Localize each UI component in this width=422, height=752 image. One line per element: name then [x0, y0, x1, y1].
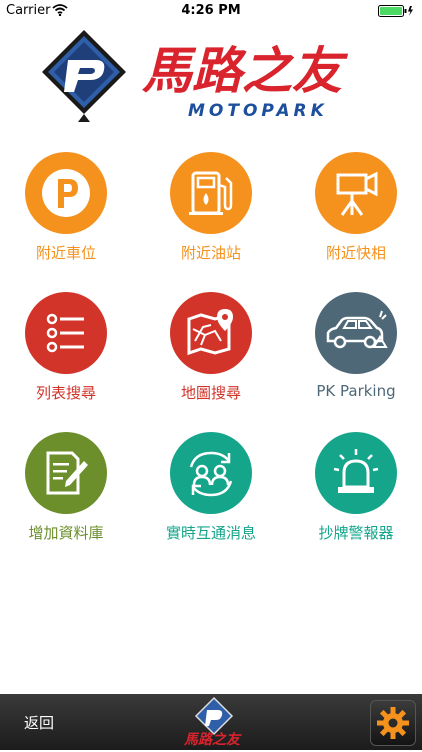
list-icon [46, 313, 84, 353]
menu-item-label: PK Parking [316, 382, 396, 400]
menu-icon-circle [315, 432, 397, 514]
parking-icon [42, 169, 90, 217]
menu-icon-circle [315, 292, 397, 374]
menu-item-nearby-speed-camera[interactable]: 附近快相 [286, 152, 422, 263]
users-exchange-icon [189, 451, 233, 497]
menu-item-nearby-gas-station[interactable]: 附近油站 [141, 152, 281, 263]
status-bar: Carrier 4:26 PM [0, 0, 422, 22]
map-icon [187, 309, 233, 356]
menu-item-label: 抄牌警報器 [318, 524, 394, 542]
menu-item-add-database[interactable]: 增加資料庫 [0, 432, 136, 543]
gear-icon [377, 707, 409, 739]
edit-document-icon [46, 451, 88, 495]
menu-item-nearby-parking[interactable]: 附近車位 [0, 152, 136, 263]
menu-icon-circle [315, 152, 397, 234]
logo-chinese-text: 馬路之友 [142, 42, 349, 100]
menu-item-list-search[interactable]: 列表搜尋 [0, 292, 136, 403]
menu-item-label: 附近油站 [180, 244, 241, 262]
bottom-logo-text: 馬路之友 [183, 731, 242, 748]
battery-icon [378, 5, 414, 21]
menu-item-label: 增加資料庫 [28, 524, 104, 542]
clock-label: 4:26 PM [181, 3, 241, 18]
car-icon [326, 310, 388, 349]
app-logo: 馬路之友 MOTOPARK [38, 26, 388, 126]
logo-english-text: MOTOPARK [188, 101, 328, 121]
speed-camera-icon [336, 171, 378, 216]
settings-button[interactable] [370, 700, 416, 746]
menu-icon-circle [170, 152, 252, 234]
menu-item-label: 附近車位 [35, 244, 96, 262]
logo-badge-icon [42, 30, 126, 122]
menu-icon-circle [25, 292, 107, 374]
menu-item-realtime-messages[interactable]: 實時互通消息 [141, 432, 281, 543]
bottom-toolbar: 返回 馬路之友 [0, 694, 422, 750]
siren-icon [333, 449, 379, 493]
menu-item-pk-parking[interactable]: PK Parking [286, 292, 422, 400]
menu-item-label: 附近快相 [325, 244, 386, 262]
back-button[interactable]: 返回 [24, 712, 54, 733]
menu-item-label: 實時互通消息 [165, 524, 256, 542]
menu-icon-circle [25, 432, 107, 514]
menu-item-label: 地圖搜尋 [180, 384, 241, 402]
menu-icon-circle [170, 432, 252, 514]
menu-icon-circle [25, 152, 107, 234]
menu-item-label: 列表搜尋 [35, 384, 96, 402]
gas-station-icon [189, 171, 233, 215]
menu-item-map-search[interactable]: 地圖搜尋 [141, 292, 281, 403]
bottom-logo: 馬路之友 [182, 696, 246, 748]
menu-item-ticket-alarm[interactable]: 抄牌警報器 [286, 432, 422, 543]
menu-icon-circle [170, 292, 252, 374]
